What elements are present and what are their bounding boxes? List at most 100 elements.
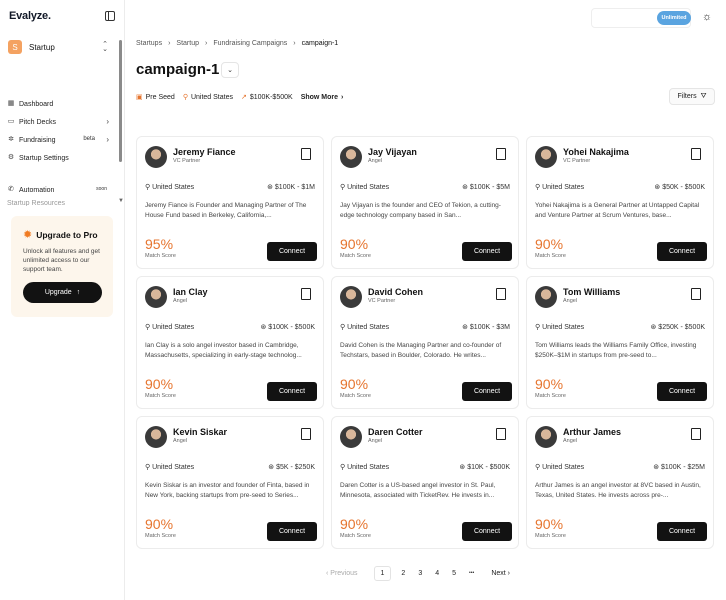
bookmark-icon[interactable]	[496, 148, 506, 160]
range-label: $100K - $5M	[469, 184, 510, 191]
app-logo[interactable]: Evalyze.	[9, 10, 51, 22]
investor-card[interactable]: Jeremy Fiance VC Partner ⚲ United States ⊛ …	[136, 136, 324, 269]
bookmark-icon[interactable]	[691, 288, 701, 300]
sidebar-item-automation[interactable]: ✆ Automation soon	[7, 181, 113, 199]
investor-card[interactable]: Ian Clay Angel ⚲ United States ⊛ $100K - $5…	[136, 276, 324, 409]
sidebar-item-dashboard[interactable]: ▦ Dashboard	[7, 95, 113, 113]
investor-description: Kevin Siskar is an investor and founder …	[145, 482, 310, 499]
sidebar-item-startup-resources[interactable]: Startup Resources	[7, 200, 107, 206]
bookmark-icon[interactable]	[301, 288, 311, 300]
connect-button[interactable]: Connect	[657, 522, 707, 541]
map-pin-icon: ⚲	[182, 94, 188, 101]
startup-name: Startup	[29, 42, 55, 52]
investor-description: Jeremy Fiance is Founder and Managing Pa…	[145, 202, 307, 219]
range-label: $100K - $1M	[274, 184, 315, 191]
location-label: United States	[347, 184, 390, 191]
scroll-down-arrow-icon[interactable]: ▼	[118, 198, 124, 204]
investor-card[interactable]: David Cohen VC Partner ⚲ United States ⊛ $1…	[331, 276, 519, 409]
investor-card[interactable]: Jay Vijayan Angel ⚲ United States ⊛ $100K -…	[331, 136, 519, 269]
investor-location: ⚲ United States	[535, 463, 584, 471]
investor-role: Angel	[563, 298, 578, 304]
investment-range: ⊛ $100K - $5M	[462, 183, 510, 191]
bookmark-icon[interactable]	[301, 148, 311, 160]
bookmark-icon[interactable]	[301, 428, 311, 440]
sidebar-item-startup-settings[interactable]: ⚙ Startup Settings	[7, 149, 113, 167]
bookmark-icon[interactable]	[691, 428, 701, 440]
trend-up-icon: ↗	[240, 94, 247, 101]
match-score: 90%	[535, 376, 564, 392]
sidebar-scrollbar[interactable]	[119, 40, 122, 162]
investor-description: David Cohen is the Managing Partner and …	[340, 342, 502, 359]
campaign-tags: ▣ Pre Seed ⚲ United States ↗ $100K-$500K…	[136, 89, 351, 105]
connect-button[interactable]: Connect	[267, 382, 317, 401]
connect-button[interactable]: Connect	[462, 382, 512, 401]
investor-location: ⚲ United States	[145, 463, 194, 471]
avatar	[535, 286, 557, 308]
match-score-label: Match Score	[340, 533, 371, 539]
investor-card[interactable]: Kevin Siskar Angel ⚲ United States ⊛ $5K - …	[136, 416, 324, 549]
investor-card[interactable]: Daren Cotter Angel ⚲ United States ⊛ $10K -…	[331, 416, 519, 549]
match-score: 90%	[145, 376, 174, 392]
page-button-2[interactable]: 2	[401, 570, 405, 577]
sidebar: Evalyze. S Startup ⌃ ⌄ ▼ ▦ Dashboard ▭ Pi…	[0, 0, 125, 600]
page-button-4[interactable]: 4	[435, 570, 439, 577]
sidebar-toggle-icon[interactable]	[105, 11, 115, 21]
previous-page-button[interactable]: ‹ Previous	[326, 570, 358, 577]
sun-icon[interactable]: ☼	[702, 11, 712, 23]
connect-button[interactable]: Connect	[267, 242, 317, 261]
sidebar-item-pitch-decks[interactable]: ▭ Pitch Decks ›	[7, 113, 113, 131]
investor-name: Ian Clay	[173, 287, 208, 297]
chevron-down-icon[interactable]: ⌄	[221, 62, 239, 78]
connect-button[interactable]: Connect	[657, 242, 707, 261]
page-button-3[interactable]: 3	[418, 570, 422, 577]
investor-name: Daren Cotter	[368, 427, 423, 437]
investor-card[interactable]: Arthur James Angel ⚲ United States ⊛ $100K …	[526, 416, 714, 549]
gear-icon: ⚙	[7, 154, 15, 161]
investor-role: VC Partner	[563, 158, 591, 164]
investor-card[interactable]: Tom Williams Angel ⚲ United States ⊛ $250K …	[526, 276, 714, 409]
next-label: Next	[491, 569, 506, 577]
connect-button[interactable]: Connect	[462, 242, 512, 261]
investor-name: Kevin Siskar	[173, 427, 228, 437]
breadcrumb-item[interactable]: Startups	[136, 40, 162, 47]
breadcrumb-current: campaign-1	[301, 40, 339, 47]
presentation-icon: ▭	[7, 118, 15, 125]
startup-selector[interactable]: S Startup ⌃ ⌄	[4, 37, 114, 57]
show-more-link[interactable]: Show More ›	[301, 94, 344, 101]
investor-name: Jeremy Fiance	[173, 147, 236, 157]
connect-button[interactable]: Connect	[462, 522, 512, 541]
breadcrumb-separator-icon: ›	[293, 40, 296, 47]
page-button-5[interactable]: 5	[452, 570, 456, 577]
automation-icon: ✆	[8, 186, 14, 193]
pagination: ‹ Previous 1 2 3 4 5 ••• Next ›	[326, 565, 523, 581]
match-score: 90%	[145, 516, 174, 532]
avatar	[340, 426, 362, 448]
investment-range: ⊛ $100K - $1M	[267, 183, 315, 191]
avatar	[145, 286, 167, 308]
breadcrumb-item[interactable]: Fundraising Campaigns	[213, 40, 287, 47]
investment-range: ⊛ $10K - $500K	[459, 463, 510, 471]
bookmark-icon[interactable]	[691, 148, 701, 160]
connect-button[interactable]: Connect	[657, 382, 707, 401]
pagination-ellipsis: •••	[469, 570, 475, 576]
location-label: United States	[347, 464, 390, 471]
bookmark-icon[interactable]	[496, 288, 506, 300]
range-label: $100K - $500K	[268, 324, 315, 331]
page-button-1[interactable]: 1	[373, 565, 392, 581]
filters-button[interactable]: Filters ⛛	[669, 88, 715, 105]
avatar	[535, 426, 557, 448]
next-page-button[interactable]: Next ›	[491, 570, 510, 577]
match-score: 90%	[535, 236, 564, 252]
sparkle-icon: ✹	[23, 229, 33, 241]
investor-description: Daren Cotter is a US-based angel investo…	[340, 482, 496, 499]
sidebar-item-fundraising[interactable]: ✲ Fundraising beta ›	[7, 131, 113, 149]
bookmark-icon[interactable]	[496, 428, 506, 440]
investor-name: Jay Vijayan	[368, 147, 417, 157]
investor-location: ⚲ United States	[340, 463, 389, 471]
avatar	[535, 146, 557, 168]
investor-card[interactable]: Yohei Nakajima VC Partner ⚲ United States ⊛…	[526, 136, 714, 269]
connect-button[interactable]: Connect	[267, 522, 317, 541]
upgrade-description: Unlock all features and get unlimited ac…	[23, 248, 100, 273]
upgrade-button[interactable]: Upgrade ↑	[23, 282, 102, 303]
breadcrumb-item[interactable]: Startup	[176, 40, 199, 47]
